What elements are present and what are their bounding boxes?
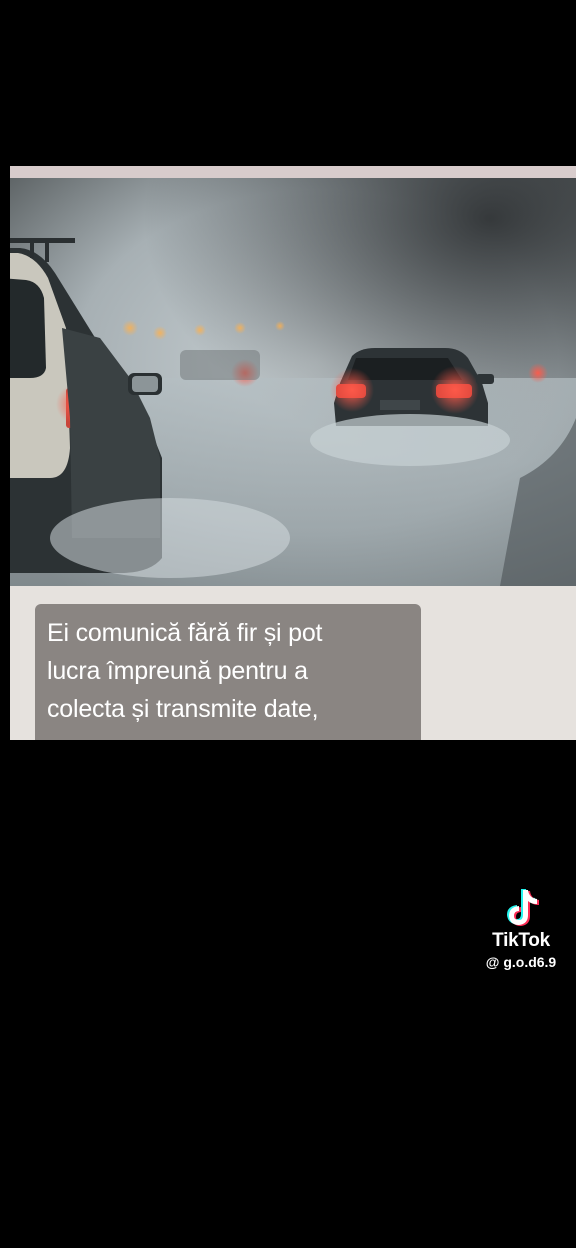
caption-area: Ei comunică fără fir și pot lucra împreu… bbox=[10, 586, 576, 740]
foggy-highway-photo-icon bbox=[10, 178, 576, 586]
tiktok-handle: @ g.o.d6.9 bbox=[485, 954, 557, 970]
caption-line-1: Ei comunică fără fir și pot bbox=[47, 619, 323, 647]
caption-box: Ei comunică fără fir și pot lucra împreu… bbox=[35, 604, 421, 740]
top-strip bbox=[10, 166, 576, 178]
video-content: Ei comunică fără fir și pot lucra împreu… bbox=[10, 166, 576, 740]
tiktok-video-frame[interactable]: Ei comunică fără fir și pot lucra împreu… bbox=[0, 0, 576, 1248]
tiktok-watermark: TikTok @ g.o.d6.9 bbox=[476, 886, 566, 970]
tiktok-logo-icon bbox=[507, 889, 539, 926]
foggy-highway-photo bbox=[10, 178, 576, 586]
tiktok-brand-text: TikTok bbox=[492, 930, 550, 951]
caption-line-3: colecta și transmite date, bbox=[47, 695, 319, 723]
caption-line-2: lucra împreună pentru a bbox=[47, 657, 308, 685]
